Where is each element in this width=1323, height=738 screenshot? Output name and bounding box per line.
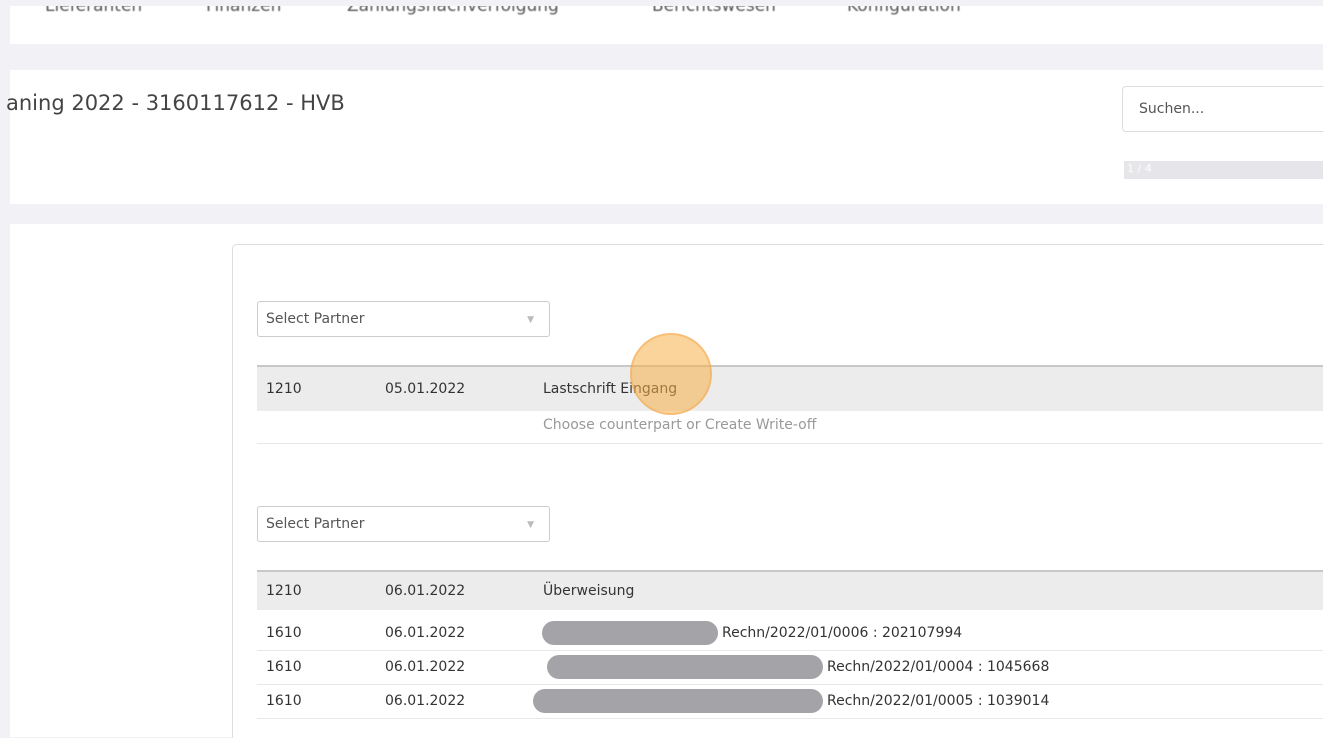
redacted-partner-name bbox=[533, 689, 823, 713]
nav-item-berichtswesen[interactable]: Berichtswesen bbox=[652, 6, 776, 16]
redacted-partner-name bbox=[547, 655, 823, 679]
chevron-down-icon: ▼ bbox=[527, 315, 534, 325]
date-cell: 06.01.2022 bbox=[385, 693, 466, 709]
statement-row[interactable]: 1210 06.01.2022 Überweisung bbox=[257, 570, 1323, 610]
page-title: aning 2022 - 3160117612 - HVB bbox=[6, 91, 345, 115]
nav-item-finanzen[interactable]: Finanzen bbox=[206, 6, 281, 16]
reference-cell: Rechn/2022/01/0005 : 1039014 bbox=[827, 693, 1050, 709]
nav-item-zahlungsnachverfolgung[interactable]: Zahlungsnachverfolgung bbox=[347, 6, 559, 16]
date-cell: 05.01.2022 bbox=[385, 381, 466, 397]
account-cell: 1610 bbox=[266, 659, 302, 675]
date-cell: 06.01.2022 bbox=[385, 625, 466, 641]
select-partner-dropdown[interactable]: Select Partner ▼ bbox=[257, 506, 550, 542]
reference-cell: Rechn/2022/01/0006 : 202107994 bbox=[722, 625, 963, 641]
counterpart-hint-row: Choose counterpart or Create Write-off bbox=[257, 411, 1323, 444]
account-cell: 1210 bbox=[266, 381, 302, 397]
chevron-down-icon: ▼ bbox=[527, 520, 534, 530]
select-partner-dropdown[interactable]: Select Partner ▼ bbox=[257, 301, 550, 337]
date-cell: 06.01.2022 bbox=[385, 583, 466, 599]
search-input[interactable] bbox=[1122, 86, 1323, 132]
description-cell: Lastschrift Eingang bbox=[543, 381, 678, 397]
description-cell: Überweisung bbox=[543, 583, 635, 599]
top-nav: Lieferanten Finanzen Zahlungsnachverfolg… bbox=[10, 6, 1323, 44]
statement-row[interactable]: 1210 05.01.2022 Lastschrift Eingang bbox=[257, 365, 1323, 411]
progress-label: 1 / 4 bbox=[1127, 162, 1152, 175]
select-partner-label: Select Partner bbox=[266, 516, 365, 532]
account-cell: 1610 bbox=[266, 693, 302, 709]
table-row[interactable]: 1610 06.01.2022 Rechn/2022/01/0006 : 202… bbox=[257, 616, 1323, 651]
table-row[interactable]: 1610 06.01.2022 Rechn/2022/01/0004 : 104… bbox=[257, 650, 1323, 685]
reconciliation-card: Select Partner ▼ 1210 05.01.2022 Lastsch… bbox=[232, 244, 1323, 738]
content-panel: Select Partner ▼ 1210 05.01.2022 Lastsch… bbox=[10, 224, 1323, 738]
title-panel: aning 2022 - 3160117612 - HVB 1 / 4 bbox=[6, 70, 1323, 204]
counterpart-hint[interactable]: Choose counterpart or Create Write-off bbox=[543, 417, 816, 433]
redacted-partner-name bbox=[542, 621, 718, 645]
reference-cell: Rechn/2022/01/0004 : 1045668 bbox=[827, 659, 1050, 675]
nav-item-konfiguration[interactable]: Konfiguration bbox=[847, 6, 961, 16]
table-row[interactable]: 1610 06.01.2022 Rechn/2022/01/0005 : 103… bbox=[257, 684, 1323, 719]
date-cell: 06.01.2022 bbox=[385, 659, 466, 675]
select-partner-label: Select Partner bbox=[266, 311, 365, 327]
nav-item-lieferanten[interactable]: Lieferanten bbox=[45, 6, 142, 16]
progress-bar: 1 / 4 bbox=[1124, 161, 1323, 179]
account-cell: 1210 bbox=[266, 583, 302, 599]
account-cell: 1610 bbox=[266, 625, 302, 641]
